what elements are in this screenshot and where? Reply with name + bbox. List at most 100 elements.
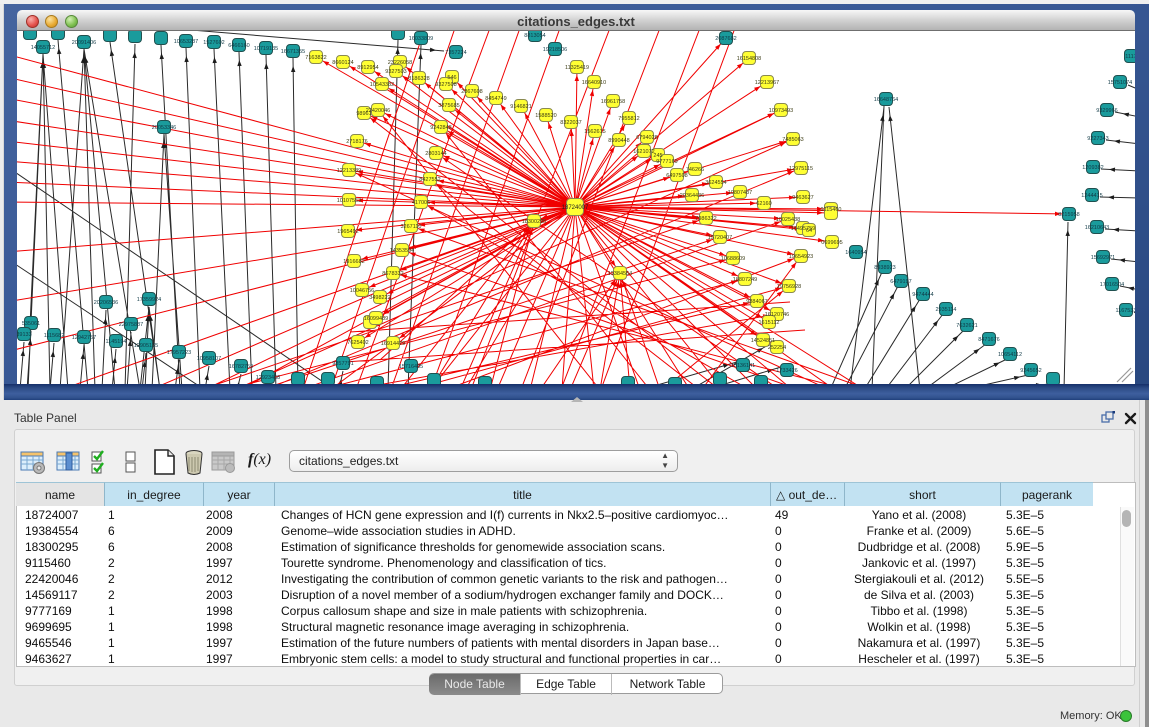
svg-text:17957223: 17957223 — [167, 350, 191, 356]
svg-text:0699695: 0699695 — [821, 240, 842, 246]
svg-text:8322037: 8322037 — [560, 120, 581, 126]
svg-text:535061: 535061 — [22, 321, 40, 327]
svg-text:14353594: 14353594 — [390, 248, 414, 254]
svg-text:2803144: 2803144 — [425, 151, 446, 157]
svg-text:8660124: 8660124 — [332, 60, 353, 66]
svg-text:1640954: 1640954 — [845, 250, 866, 256]
svg-text:252254: 252254 — [768, 345, 786, 351]
svg-text:16154808: 16154808 — [737, 56, 761, 62]
svg-text:12213967: 12213967 — [755, 80, 779, 86]
svg-text:10958107: 10958107 — [197, 356, 221, 362]
svg-text:6466160: 6466160 — [228, 43, 249, 49]
svg-text:8215958: 8215958 — [1058, 212, 1079, 218]
svg-text:1562615: 1562615 — [584, 129, 605, 135]
svg-text:15136141: 15136141 — [731, 363, 755, 369]
svg-text:746266: 746266 — [686, 167, 704, 173]
svg-text:3875685: 3875685 — [438, 103, 459, 109]
svg-text:14524851: 14524851 — [751, 338, 775, 344]
svg-text:16099489: 16099489 — [364, 316, 388, 322]
svg-text:9474444: 9474444 — [912, 292, 933, 298]
svg-text:6794028: 6794028 — [636, 135, 657, 141]
svg-text:17359924: 17359924 — [137, 297, 161, 303]
svg-text:15716485: 15716485 — [399, 364, 423, 370]
svg-text:9327508: 9327508 — [435, 82, 456, 88]
svg-text:16782759: 16782759 — [229, 364, 253, 370]
svg-text:10107553: 10107553 — [337, 198, 361, 204]
svg-text:9245652: 9245652 — [1020, 368, 1041, 374]
svg-text:9329966: 9329966 — [1096, 108, 1117, 114]
svg-text:1209382: 1209382 — [1082, 165, 1103, 171]
svg-text:7955812: 7955812 — [618, 116, 639, 122]
svg-text:1965492: 1965492 — [337, 229, 358, 235]
svg-text:1115682: 1115682 — [44, 333, 65, 339]
svg-text:10719135: 10719135 — [254, 46, 278, 52]
svg-text:10688609: 10688609 — [721, 256, 745, 262]
svg-text:3498222: 3498222 — [369, 295, 390, 301]
svg-text:1117: 1117 — [1125, 54, 1135, 60]
svg-text:16120746: 16120746 — [765, 312, 789, 318]
svg-text:10807487: 10807487 — [728, 190, 752, 196]
svg-text:15692971: 15692971 — [1091, 255, 1115, 261]
svg-text:9327503: 9327503 — [385, 69, 406, 75]
svg-text:19384554: 19384554 — [608, 271, 632, 277]
svg-text:1916682: 1916682 — [343, 259, 364, 265]
svg-text:1244415: 1244415 — [1081, 193, 1102, 199]
svg-text:64: 64 — [806, 228, 812, 234]
svg-text:3267110: 3267110 — [400, 224, 421, 230]
svg-text:8454749: 8454749 — [485, 96, 506, 102]
svg-text:12942757: 12942757 — [72, 335, 96, 341]
svg-text:7485063: 7485063 — [782, 137, 803, 143]
svg-text:15751074: 15751074 — [1108, 80, 1132, 86]
svg-text:2087682: 2087682 — [715, 36, 736, 42]
svg-text:3624554: 3624554 — [705, 180, 726, 186]
svg-text:16033809: 16033809 — [409, 36, 433, 42]
svg-text:9115460: 9115460 — [820, 207, 841, 213]
svg-text:9146821: 9146821 — [510, 104, 531, 110]
svg-text:2935114: 2935114 — [935, 307, 956, 313]
svg-text:1733426: 1733426 — [776, 368, 797, 374]
svg-text:18300295: 18300295 — [522, 219, 546, 225]
svg-text:12905135: 12905135 — [134, 343, 158, 349]
svg-text:1621072: 1621072 — [633, 149, 654, 155]
svg-text:1588520: 1588520 — [535, 113, 556, 119]
svg-text:8186328: 8186328 — [408, 76, 429, 82]
svg-text:2867608: 2867608 — [461, 89, 482, 95]
svg-text:16210643: 16210643 — [1085, 225, 1109, 231]
svg-text:16671355: 16671355 — [281, 49, 305, 55]
svg-text:6497508: 6497508 — [666, 173, 687, 179]
svg-text:9884067: 9884067 — [746, 299, 767, 305]
svg-text:10653287: 10653287 — [174, 39, 198, 45]
svg-text:23226058: 23226058 — [388, 60, 412, 66]
svg-text:16914479: 16914479 — [381, 341, 405, 347]
svg-text:19218506: 19218506 — [543, 47, 567, 53]
svg-text:12213389: 12213389 — [337, 168, 361, 174]
svg-text:12923468: 12923468 — [256, 375, 280, 381]
svg-text:20053346: 20053346 — [152, 125, 176, 131]
svg-text:546: 546 — [447, 75, 456, 81]
svg-text:22420046: 22420046 — [366, 108, 390, 114]
svg-text:16961758: 16961758 — [601, 99, 625, 105]
svg-text:2718176: 2718176 — [346, 139, 367, 145]
svg-text:18807249: 18807249 — [733, 277, 757, 283]
svg-text:7986322: 7986322 — [695, 216, 716, 222]
svg-text:8427552: 8427552 — [419, 177, 440, 183]
svg-text:10654112: 10654112 — [998, 352, 1022, 358]
svg-text:19756928: 19756928 — [777, 284, 801, 290]
svg-text:1145194: 1145194 — [105, 339, 126, 345]
svg-text:39133: 39133 — [17, 332, 32, 338]
svg-text:8990448: 8990448 — [608, 138, 629, 144]
svg-text:10046756: 10046756 — [350, 288, 374, 294]
svg-text:1527602: 1527602 — [203, 40, 224, 46]
svg-text:17016504: 17016504 — [1100, 282, 1124, 288]
svg-text:8938923: 8938923 — [874, 265, 895, 271]
svg-text:7163822: 7163822 — [305, 55, 326, 61]
svg-text:22975887: 22975887 — [119, 322, 143, 328]
svg-text:20206536: 20206536 — [94, 300, 118, 306]
svg-text:9463627: 9463627 — [792, 195, 813, 201]
svg-text:14055712: 14055712 — [31, 45, 55, 51]
svg-text:16648764: 16648764 — [874, 97, 898, 103]
svg-text:1615112: 1615112 — [758, 320, 779, 326]
svg-text:8471676: 8471676 — [978, 337, 999, 343]
svg-text:9857791: 9857791 — [332, 361, 353, 367]
svg-text:12975115: 12975115 — [789, 166, 813, 172]
